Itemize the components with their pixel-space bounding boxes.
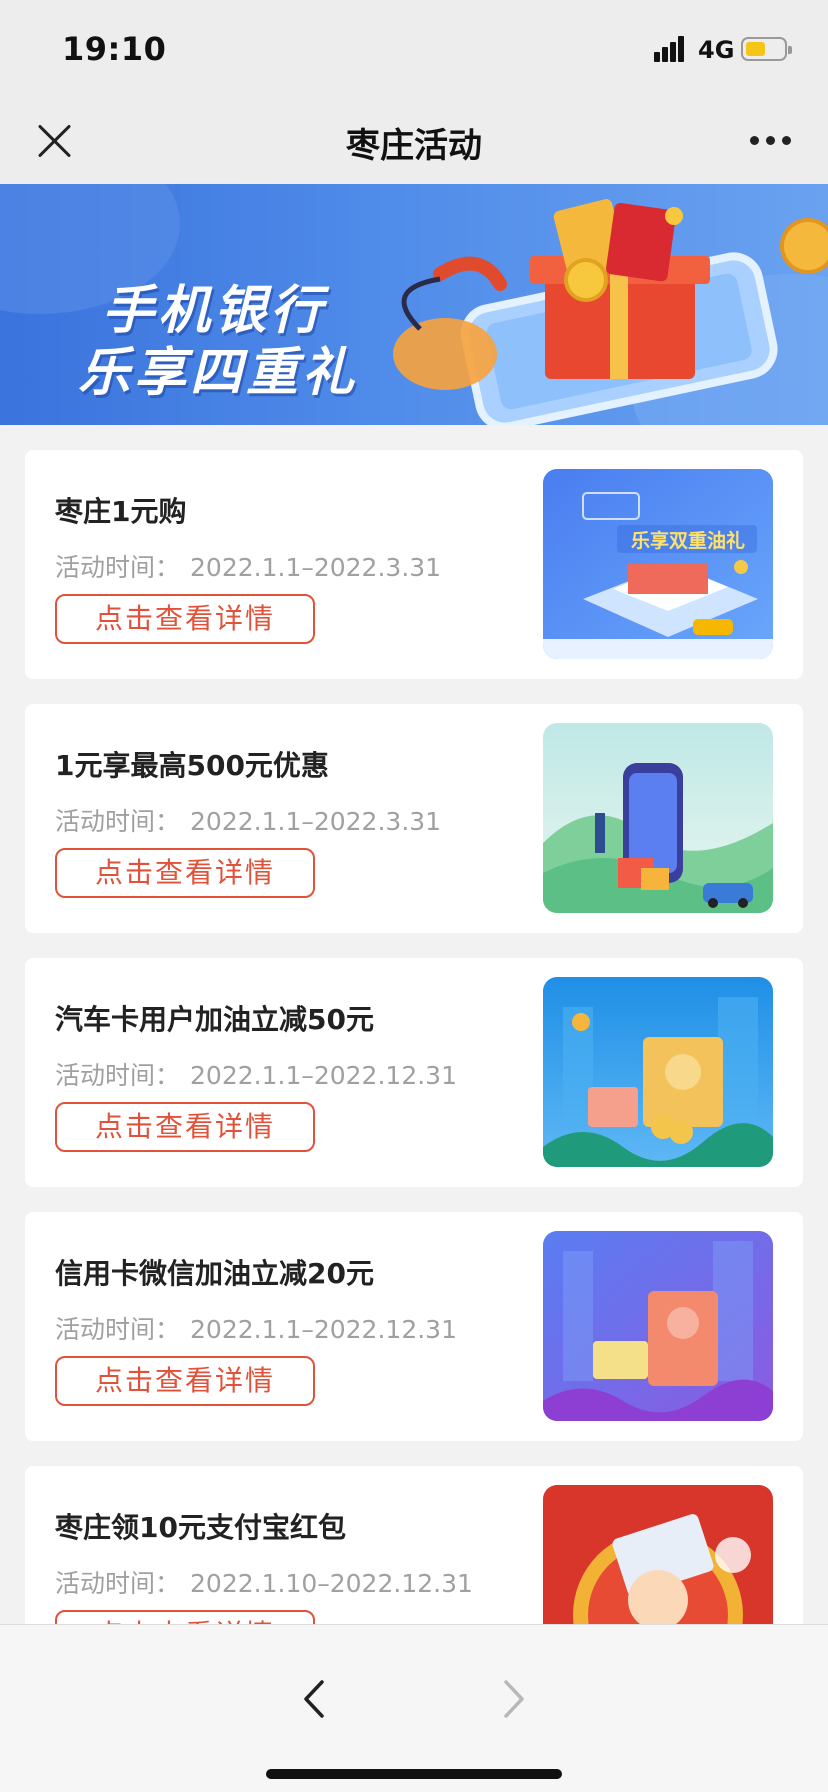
page-title: 枣庄活动 [346, 126, 482, 166]
activity-date: 活动时间： 2022.1.1–2022.12.31 [55, 1061, 457, 1090]
activity-title: 信用卡微信加油立减20元 [55, 1257, 374, 1290]
signal-icon [654, 36, 690, 62]
activity-date: 活动时间： 2022.1.1–2022.12.31 [55, 1315, 457, 1344]
activity-thumbnail[interactable] [543, 977, 773, 1167]
activity-title: 汽车卡用户加油立减50元 [55, 1003, 374, 1036]
thumbnail-caption: 乐享双重油礼 [631, 529, 745, 552]
view-details-button[interactable]: 点击查看详情 [55, 848, 315, 898]
activity-title: 枣庄1元购 [55, 495, 187, 528]
view-details-button[interactable]: 点击查看详情 [55, 1102, 315, 1152]
chevron-left-icon[interactable] [300, 1679, 328, 1719]
network-label: 4G [698, 36, 735, 64]
activity-thumbnail[interactable] [543, 1231, 773, 1421]
activity-card[interactable]: 汽车卡用户加油立减50元 活动时间： 2022.1.1–2022.12.31 点击… [25, 958, 803, 1187]
activity-card[interactable]: 信用卡微信加油立减20元 活动时间： 2022.1.1–2022.12.31 点击… [25, 1212, 803, 1441]
activity-date: 活动时间： 2022.1.1–2022.3.31 [55, 553, 442, 582]
chevron-right-icon[interactable] [500, 1679, 528, 1719]
activity-thumbnail[interactable] [543, 723, 773, 913]
view-details-button[interactable]: 点击查看详情 [55, 594, 315, 644]
activity-card[interactable]: 枣庄1元购 活动时间： 2022.1.1–2022.3.31 点击查看详情 乐享双… [25, 450, 803, 679]
activity-date: 活动时间： 2022.1.1–2022.3.31 [55, 807, 442, 836]
activity-title: 1元享最高500元优惠 [55, 749, 329, 782]
activity-date: 活动时间： 2022.1.10–2022.12.31 [55, 1569, 473, 1598]
banner-subheadline: 乐享四重礼 [78, 343, 359, 403]
battery-icon [741, 37, 792, 61]
nav-bar: 枣庄活动 [0, 96, 828, 184]
promo-banner[interactable]: 手机银行 乐享四重礼 [0, 184, 828, 425]
view-details-button[interactable]: 点击查看详情 [55, 1356, 315, 1406]
activity-card[interactable]: 1元享最高500元优惠 活动时间： 2022.1.1–2022.3.31 点击查看… [25, 704, 803, 933]
home-indicator[interactable] [266, 1769, 562, 1779]
activity-thumbnail[interactable]: 乐享双重油礼 [543, 469, 773, 659]
status-bar: 19:10 4G [0, 0, 828, 96]
status-time: 19:10 [62, 30, 167, 68]
bottom-toolbar [0, 1624, 828, 1792]
more-icon[interactable] [750, 136, 792, 146]
activity-title: 枣庄领10元支付宝红包 [55, 1511, 346, 1544]
